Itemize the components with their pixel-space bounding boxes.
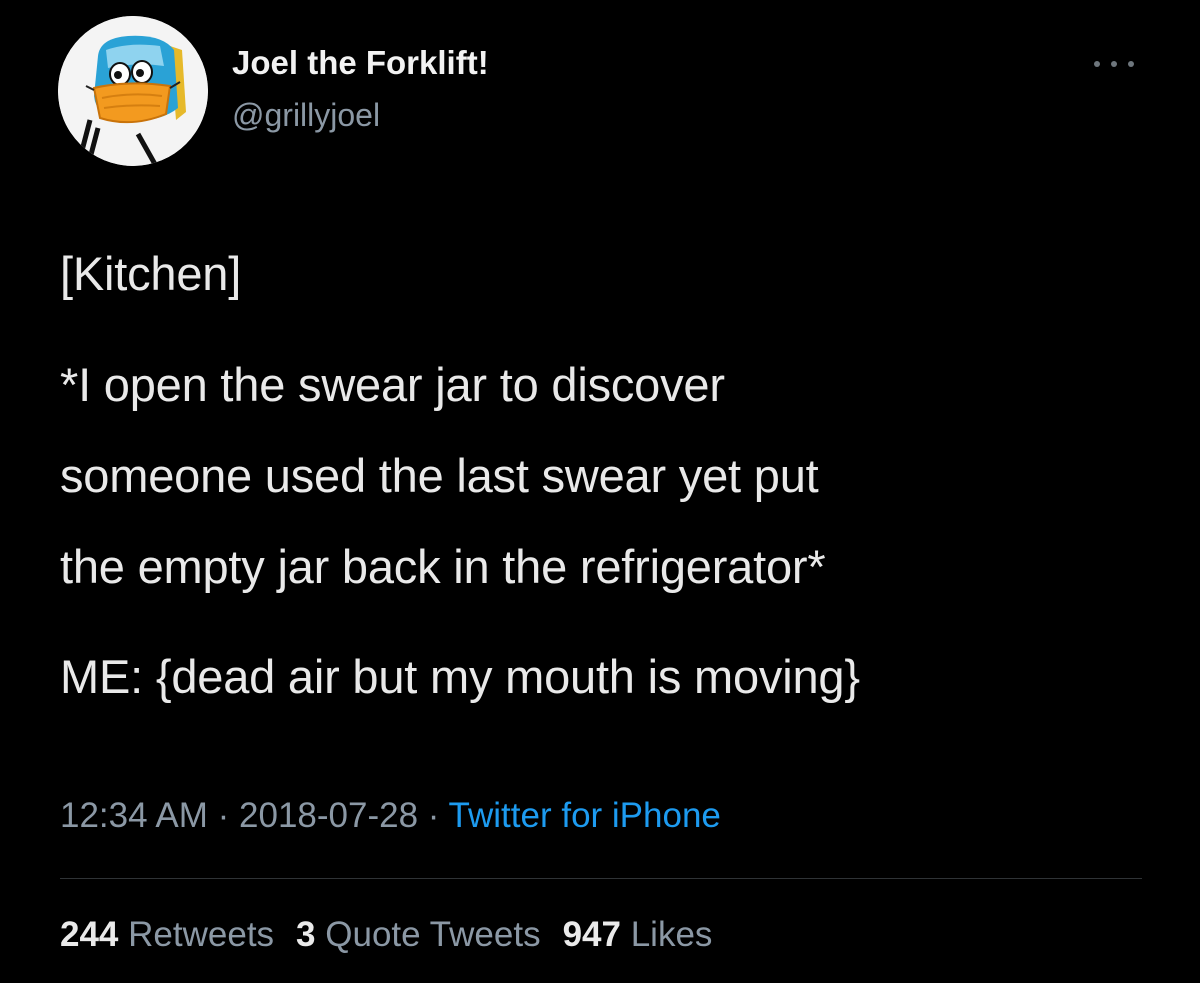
tweet-time[interactable]: 12:34 AM xyxy=(60,796,208,835)
likes-count: 947 xyxy=(562,915,621,954)
more-horizontal-icon xyxy=(1128,61,1134,67)
tweet-text-line: the empty jar back in the refrigerator* xyxy=(60,540,826,593)
tweet-meta: 12:34 AM · 2018-07-28 · Twitter for iPho… xyxy=(60,796,721,836)
tweet-card: Joel the Forklift! @grillyjoel [Kitchen]… xyxy=(0,0,1200,983)
tweet-text-line: [Kitchen] xyxy=(60,247,242,300)
quote-tweets-count: 3 xyxy=(296,915,316,954)
display-name[interactable]: Joel the Forklift! xyxy=(232,44,489,82)
user-handle[interactable]: @grillyjoel xyxy=(232,97,380,134)
tweet-date[interactable]: 2018-07-28 xyxy=(239,796,418,835)
tweet-text-line: *I open the swear jar to discover xyxy=(60,358,725,411)
meta-separator: · xyxy=(427,796,440,835)
tweet-text-line: someone used the last swear yet put xyxy=(60,449,819,502)
forklift-character-avatar-icon xyxy=(58,16,208,166)
tweet-stats: 244 Retweets 3 Quote Tweets 947 Likes xyxy=(60,915,734,955)
meta-separator: · xyxy=(217,796,230,835)
retweets-label: Retweets xyxy=(128,915,275,954)
tweet-text-line: ME: {dead air but my mouth is moving} xyxy=(60,650,860,703)
likes-stat[interactable]: 947 Likes xyxy=(563,915,713,954)
more-horizontal-icon xyxy=(1094,61,1100,67)
more-options-button[interactable] xyxy=(1088,52,1140,76)
quote-tweets-stat[interactable]: 3 Quote Tweets xyxy=(296,915,541,954)
quote-tweets-label: Quote Tweets xyxy=(325,915,541,954)
tweet-source-link[interactable]: Twitter for iPhone xyxy=(449,796,721,835)
retweets-stat[interactable]: 244 Retweets xyxy=(60,915,274,954)
retweets-count: 244 xyxy=(60,915,119,954)
avatar[interactable] xyxy=(58,16,208,166)
divider xyxy=(60,878,1142,879)
more-horizontal-icon xyxy=(1111,61,1117,67)
likes-label: Likes xyxy=(630,915,713,954)
